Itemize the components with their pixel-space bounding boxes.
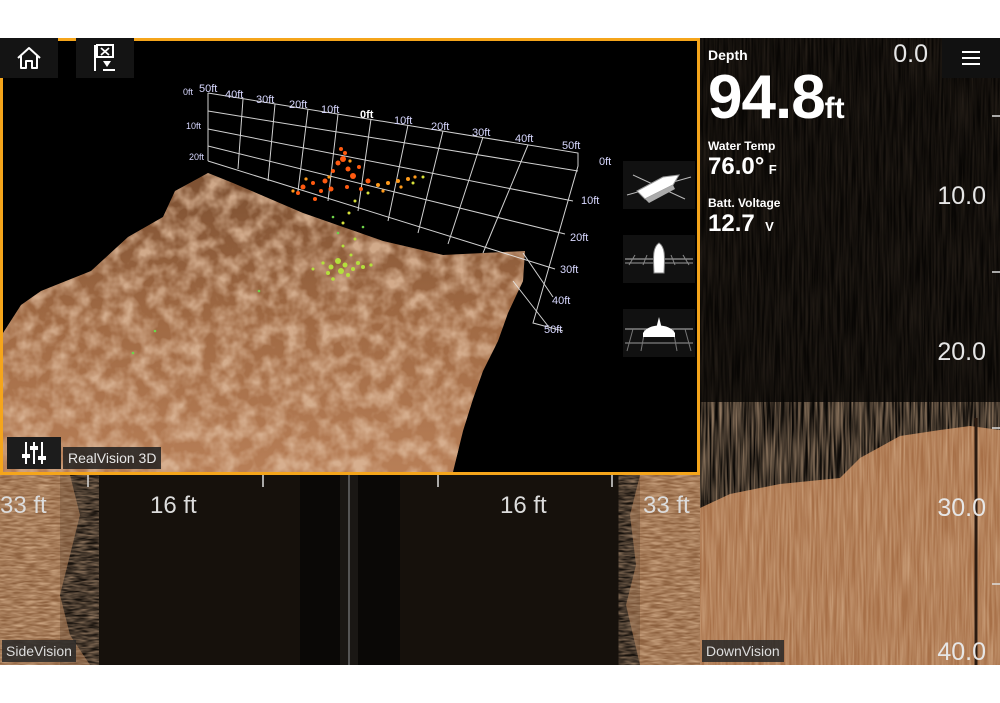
sidevision-range-label: 16 ft <box>150 492 197 519</box>
sliders-icon <box>22 442 46 464</box>
pane-label: SideVision <box>2 640 76 662</box>
downvision-pane[interactable]: 0.0 10.0 20.0 30.0 40.0 Depth 94.8ft Wat… <box>700 38 1000 665</box>
boat-front-icon <box>625 317 693 352</box>
water-temp-readout: Water Temp 76.0° F <box>708 139 777 181</box>
voltage-readout: Batt. Voltage 12.7 V <box>708 196 780 238</box>
water-temp-value: 76.0° <box>708 153 765 180</box>
menu-icon <box>962 51 980 65</box>
depth-unit: ft <box>824 92 845 125</box>
realvision-3d-pane[interactable]: 50ft 40ft 30ft 20ft 10ft 0ft 10ft 20ft 3… <box>0 38 700 475</box>
depth-readout: Depth 94.8ft <box>708 47 845 129</box>
depth-label: Depth <box>708 47 748 63</box>
downvision-scale-label: 0.0 <box>893 40 928 68</box>
pane-label: RealVision 3D <box>63 447 162 469</box>
sidevision-range-label: 33 ft <box>643 492 690 519</box>
water-temp-unit: F <box>768 162 777 177</box>
home-icon <box>17 47 41 69</box>
fishfinder-screen: 50ft 40ft 30ft 20ft 10ft 0ft 10ft 20ft 3… <box>0 38 1000 665</box>
sidevision-range-label: 33 ft <box>0 492 47 519</box>
water-temp-label: Water Temp <box>708 139 776 153</box>
sidevision-sonar-image <box>0 475 700 665</box>
pane-label: DownVision <box>702 640 784 662</box>
sidevision-range-label: 16 ft <box>500 492 547 519</box>
settings-button[interactable] <box>7 437 61 469</box>
voltage-unit: V <box>765 219 774 234</box>
sidevision-pane[interactable]: 33 ft 16 ft 16 ft 33 ft SideVision <box>0 475 700 665</box>
side-perspective-view-button[interactable] <box>623 161 695 209</box>
downvision-scale-label: 40.0 <box>937 638 986 665</box>
depth-value: 94.8 <box>708 63 826 132</box>
clear-history-button[interactable] <box>76 38 134 78</box>
downvision-scale-label: 20.0 <box>937 338 986 366</box>
voltage-label: Batt. Voltage <box>708 196 781 210</box>
top-rear-view-button[interactable] <box>623 235 695 283</box>
boat-perspective-icon <box>626 174 692 203</box>
realvision-3d-view <box>3 92 579 472</box>
downvision-scale-label: 30.0 <box>937 494 986 522</box>
boat-rear-icon <box>625 242 693 274</box>
voltage-value: 12.7 <box>708 210 755 237</box>
front-view-button[interactable] <box>623 309 695 357</box>
clear-history-icon <box>94 44 115 71</box>
home-button[interactable] <box>0 38 58 78</box>
downvision-scale-label: 10.0 <box>937 182 986 210</box>
menu-button[interactable] <box>942 38 1000 78</box>
